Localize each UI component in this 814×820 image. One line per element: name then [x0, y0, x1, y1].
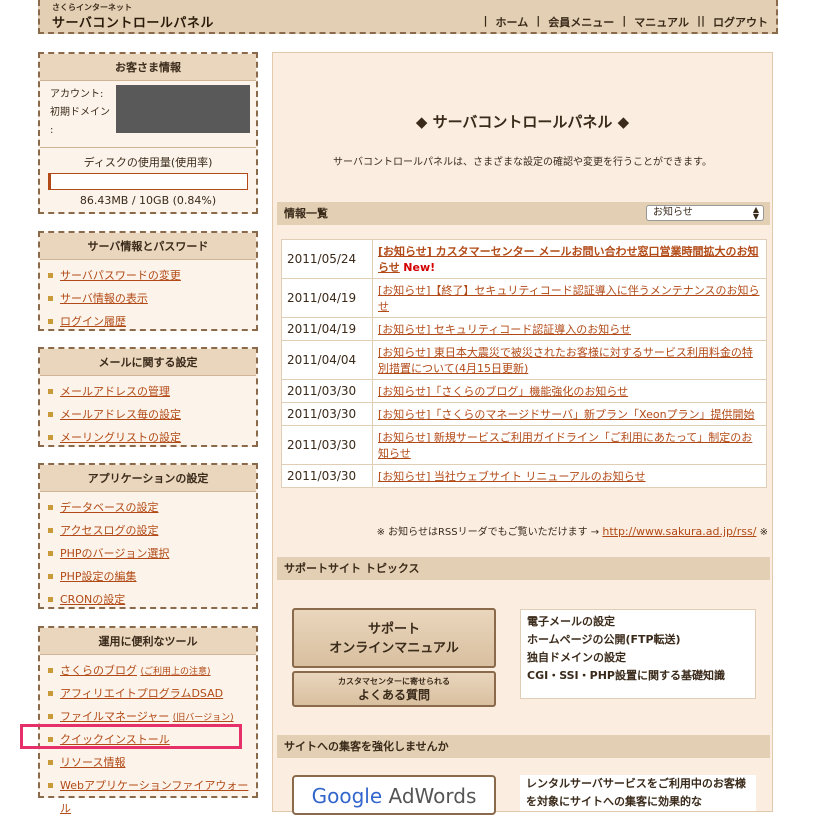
news-row: 2011/03/30 [お知らせ] 当社ウェブサイト リニューアルのお知らせ — [281, 464, 767, 488]
news-link[interactable]: [お知らせ]「さくらのマネージドサーバ」新プラン「Xeonプラン」提供開始 — [378, 408, 755, 421]
promo-text: レンタルサーバサービスをご利用中のお客様を対象にサイトへの集客に効果的な — [520, 775, 756, 811]
link-blog-notice[interactable]: (ご利用上の注意) — [141, 667, 211, 677]
tools-box: 運用に便利なツール さくらのブログ (ご利用上の注意) アフィリエイトプログラム… — [38, 626, 258, 815]
news-filter-select[interactable]: お知らせ ▲ ▼ — [646, 205, 764, 221]
link-sakura-blog[interactable]: さくらのブログ (ご利用上の注意) — [40, 659, 256, 682]
server-info-box: サーバ情報とパスワード サーバパスワードの変更 サーバ情報の表示 ログイン履歴 — [38, 231, 258, 331]
link-login-history[interactable]: ログイン履歴 — [40, 310, 256, 333]
redacted-account-info — [116, 85, 250, 133]
brand-title: サーバコントロールパネル — [52, 16, 214, 31]
server-info-title: サーバ情報とパスワード — [40, 233, 256, 260]
news-row: 2011/04/19 [お知らせ] セキュリティコード認証導入のお知らせ — [281, 317, 767, 341]
news-date: 2011/04/19 — [281, 278, 373, 318]
link-php-version[interactable]: PHPのバージョン選択 — [40, 542, 256, 565]
customer-info-box: お客さま情報 アカウント: 初期ドメイン : ディスクの使用量(使用率) 86.… — [38, 52, 258, 214]
new-badge: New! — [403, 261, 436, 274]
news-link[interactable]: [お知らせ]「さくらのブログ」機能強化のお知らせ — [378, 385, 628, 398]
news-row: 2011/05/24 [お知らせ] カスタマーセンター メールお問い合わせ窓口営業… — [281, 239, 767, 279]
news-row: 2011/04/04 [お知らせ] 東日本大震災で被災されたお客様に対するサービス… — [281, 340, 767, 380]
tools-title: 運用に便利なツール — [40, 628, 256, 655]
news-row: 2011/03/30 [お知らせ]「さくらのマネージドサーバ」新プラン「Xeonプ… — [281, 402, 767, 426]
news-row: 2011/04/19 [お知らせ]【終了】セキュリティコード認証導入に伴うメンテナ… — [281, 278, 767, 318]
nav-manual[interactable]: マニュアル — [634, 14, 689, 30]
link-php-settings[interactable]: PHP設定の編集 — [40, 565, 256, 588]
news-header: 情報一覧 お知らせ ▲ ▼ — [277, 202, 770, 225]
topic-domain[interactable]: 独自ドメインの設定 — [527, 649, 749, 667]
link-resource-info[interactable]: リソース情報 — [40, 751, 256, 774]
news-date: 2011/03/30 — [281, 425, 373, 465]
page-title: ◆ サーバコントロールパネル ◆ — [415, 113, 630, 131]
rss-link[interactable]: http://www.sakura.ad.jp/rss/ — [602, 525, 756, 538]
news-link[interactable]: [お知らせ] 東日本大震災で被災されたお客様に対するサービス利用料金の特別措置に… — [378, 346, 753, 375]
support-topics: 電子メールの設定 ホームページの公開(FTP転送) 独自ドメインの設定 CGI・… — [520, 609, 756, 699]
rss-note: ※ お知らせはRSSリーダでもご覧いただけます → http://www.sak… — [376, 525, 768, 538]
news-link[interactable]: [お知らせ] 当社ウェブサイト リニューアルのお知らせ — [378, 470, 646, 483]
disk-usage-label: ディスクの使用量(使用率) — [40, 147, 256, 170]
news-row: 2011/03/30 [お知らせ]「さくらのブログ」機能強化のお知らせ — [281, 379, 767, 403]
disk-usage-bar — [48, 173, 248, 190]
disk-usage-fill — [49, 174, 51, 189]
topic-ftp[interactable]: ホームページの公開(FTP転送) — [527, 631, 749, 649]
link-file-manager-old[interactable]: (旧バージョン) — [173, 713, 234, 723]
online-manual-button[interactable]: サポート オンラインマニュアル — [292, 608, 496, 668]
mail-settings-title: メールに関する設定 — [40, 349, 256, 376]
news-table: 2011/05/24 [お知らせ] カスタマーセンター メールお問い合わせ窓口営業… — [281, 239, 767, 488]
google-adwords-banner[interactable]: Google AdWords — [292, 775, 496, 815]
link-mail-address[interactable]: メールアドレスの管理 — [40, 380, 256, 403]
news-date: 2011/03/30 — [281, 402, 373, 426]
link-mail-per-address[interactable]: メールアドレス毎の設定 — [40, 403, 256, 426]
news-link[interactable]: [お知らせ] 新規サービスご利用ガイドライン「ご利用にあたって」制定のお知らせ — [378, 431, 752, 460]
faq-button[interactable]: カスタマセンターに寄せられる よくある質問 — [292, 671, 496, 707]
link-affiliate[interactable]: アフィリエイトプログラムDSAD — [40, 682, 256, 705]
news-date: 2011/04/19 — [281, 317, 373, 341]
link-waf[interactable]: Webアプリケーションファイアウォール — [40, 774, 256, 815]
mail-settings-box: メールに関する設定 メールアドレスの管理 メールアドレス毎の設定 メーリングリス… — [38, 347, 258, 447]
app-settings-title: アプリケーションの設定 — [40, 465, 256, 492]
promo-header: サイトへの集客を強化しませんか — [277, 735, 770, 758]
news-date: 2011/05/24 — [281, 239, 373, 279]
disk-usage-value: 86.43MB / 10GB (0.84%) — [79, 194, 217, 207]
header-bar: さくらインターネット サーバコントロールパネル | ホーム | 会員メニュー |… — [38, 0, 778, 34]
news-row: 2011/03/30 [お知らせ] 新規サービスご利用ガイドライン「ご利用にあたっ… — [281, 425, 767, 465]
topic-cgi[interactable]: CGI・SSI・PHP設置に関する基礎知識 — [527, 667, 749, 685]
link-access-log[interactable]: アクセスログの設定 — [40, 519, 256, 542]
link-cron[interactable]: CRONの設定 — [40, 588, 256, 611]
topic-email[interactable]: 電子メールの設定 — [527, 613, 749, 631]
select-arrows-icon: ▲ ▼ — [752, 205, 759, 221]
link-server-password[interactable]: サーバパスワードの変更 — [40, 264, 256, 287]
news-link[interactable]: [お知らせ]【終了】セキュリティコード認証導入に伴うメンテナンスのお知らせ — [378, 284, 759, 313]
app-settings-box: アプリケーションの設定 データベースの設定 アクセスログの設定 PHPのバージョ… — [38, 463, 258, 609]
main-panel: ◆ サーバコントロールパネル ◆ サーバコントロールパネルは、さまざまな設定の確… — [272, 52, 773, 815]
nav-home[interactable]: ホーム — [496, 14, 529, 30]
news-date: 2011/04/04 — [281, 340, 373, 380]
top-nav: | ホーム | 会員メニュー | マニュアル || ログアウト — [483, 14, 768, 30]
quick-install-highlight — [20, 724, 242, 749]
page-description: サーバコントロールパネルは、さまざまな設定の確認や変更を行うことができます。 — [333, 157, 712, 168]
google-logo: Google — [311, 784, 383, 808]
news-date: 2011/03/30 — [281, 379, 373, 403]
customer-info-title: お客さま情報 — [40, 54, 256, 81]
link-server-info[interactable]: サーバ情報の表示 — [40, 287, 256, 310]
support-header: サポートサイト トピックス — [277, 557, 770, 580]
nav-logout[interactable]: ログアウト — [713, 14, 768, 30]
news-date: 2011/03/30 — [281, 464, 373, 488]
news-link[interactable]: [お知らせ] セキュリティコード認証導入のお知らせ — [378, 323, 631, 336]
link-database[interactable]: データベースの設定 — [40, 496, 256, 519]
nav-member-menu[interactable]: 会員メニュー — [548, 14, 614, 30]
link-mailing-list[interactable]: メーリングリストの設定 — [40, 426, 256, 449]
